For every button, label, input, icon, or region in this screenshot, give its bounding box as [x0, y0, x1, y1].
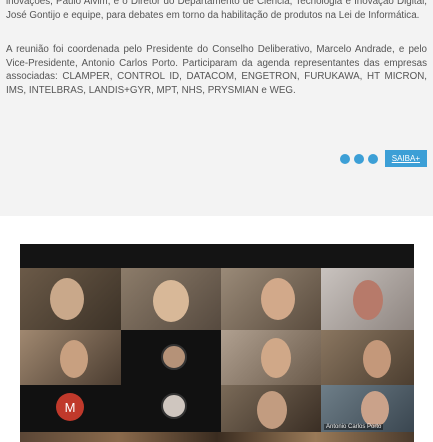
article-card: inovações, Paulo Alvim, e o Diretor do D…: [0, 0, 433, 216]
participant-tile: [221, 385, 321, 432]
participant-tile: [121, 268, 221, 330]
participant-tile: Antonio Carlos Porto: [321, 385, 414, 432]
article-paragraph-2: A reunião foi coordenada pelo Presidente…: [6, 44, 427, 96]
participant-tile: [321, 268, 414, 330]
participant-tile: [321, 330, 414, 385]
participant-tile: [221, 268, 321, 330]
participant-tile: M: [20, 385, 121, 432]
participant-tile: [20, 268, 121, 330]
video-call-image: M Antonio Carlos Porto: [20, 244, 414, 442]
dot-icon: [353, 153, 364, 164]
participant-tile: [121, 330, 221, 385]
participant-tile: [20, 330, 121, 385]
saiba-mais-button[interactable]: SAIBA+: [384, 150, 427, 167]
participant-name-tag: Antonio Carlos Porto: [324, 424, 384, 430]
dot-icon: [339, 153, 350, 164]
video-top-bar: [20, 244, 414, 268]
more-controls: SAIBA+: [339, 150, 427, 167]
participant-initial-avatar: M: [56, 393, 84, 421]
article-paragraph-1: inovações, Paulo Alvim, e o Diretor do D…: [6, 0, 427, 21]
participant-tile: [221, 330, 321, 385]
bottom-participants-strip: [20, 432, 414, 442]
participant-tile: [121, 385, 221, 432]
dot-icon: [367, 153, 378, 164]
